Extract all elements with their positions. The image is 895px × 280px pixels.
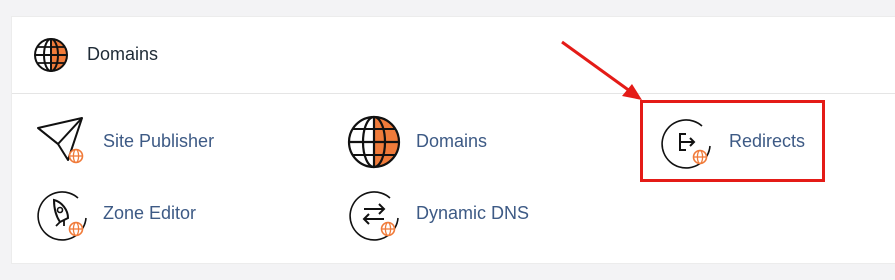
section-header[interactable]: Domains <box>12 17 895 94</box>
rocket-icon <box>37 191 87 241</box>
dynamic-dns-link[interactable]: Dynamic DNS <box>346 186 596 242</box>
redirects-link[interactable]: Redirects <box>658 114 895 170</box>
paper-plane-icon <box>37 117 84 164</box>
globe-icon <box>347 115 401 169</box>
domains-link[interactable]: Domains <box>346 114 596 170</box>
item-label: Dynamic DNS <box>416 203 530 223</box>
globe-icon <box>34 38 68 72</box>
section-title: Domains <box>87 44 159 64</box>
redirect-icon <box>661 119 711 169</box>
swap-arrows-icon <box>349 191 399 241</box>
item-label: Domains <box>416 131 488 151</box>
zone-editor-link[interactable]: Zone Editor <box>34 186 284 242</box>
site-publisher-link[interactable]: Site Publisher <box>34 114 284 170</box>
item-label: Site Publisher <box>103 131 215 151</box>
item-label: Zone Editor <box>103 203 197 223</box>
item-label: Redirects <box>729 131 806 151</box>
